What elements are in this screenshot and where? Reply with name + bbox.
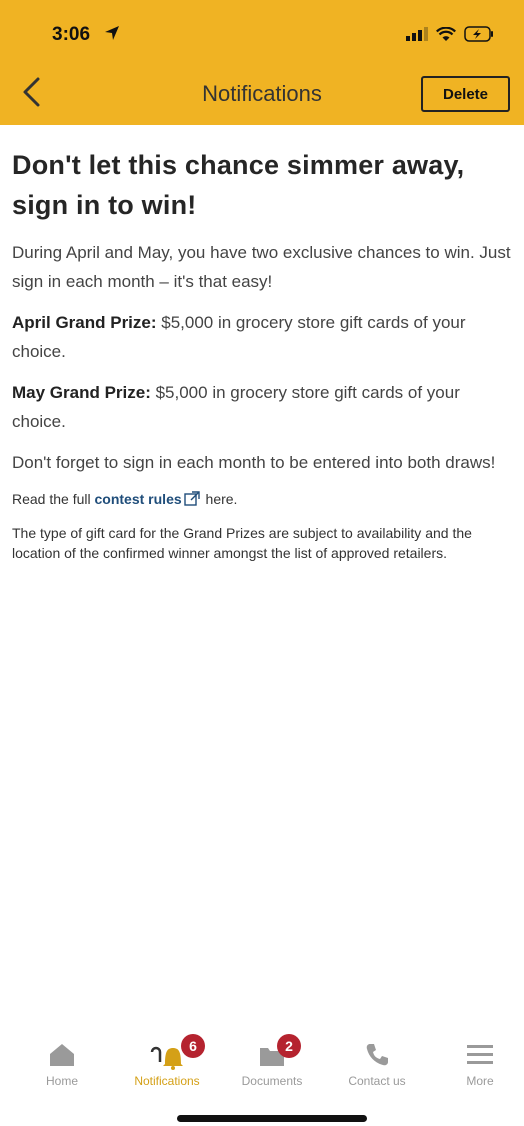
folder-icon xyxy=(222,1038,322,1070)
rules-prefix: Read the full xyxy=(12,491,95,507)
external-link-icon[interactable] xyxy=(183,491,200,511)
tab-more[interactable]: More xyxy=(430,1030,524,1095)
may-prize-label: May Grand Prize: xyxy=(12,383,151,402)
tab-home[interactable]: Home xyxy=(12,1030,112,1095)
status-time: 3:06 xyxy=(52,24,91,45)
notifications-badge: 6 xyxy=(181,1034,205,1058)
home-icon xyxy=(12,1038,112,1070)
april-prize-label: April Grand Prize: xyxy=(12,313,157,332)
notification-title: Don't let this chance simmer away, sign … xyxy=(12,150,465,220)
status-icons xyxy=(406,26,494,47)
signal-icon xyxy=(406,27,428,46)
may-prize: May Grand Prize: $5,000 in grocery store… xyxy=(12,378,517,436)
april-prize: April Grand Prize: $5,000 in grocery sto… xyxy=(12,308,517,366)
header-bar: 3:06 Notifications Delete xyxy=(0,0,524,125)
intro-text: During April and May, you have two exclu… xyxy=(12,243,511,291)
tab-bar: Home 6 Notifications 2 Documents Contact… xyxy=(0,1030,524,1100)
tab-documents[interactable]: 2 Documents xyxy=(222,1030,322,1095)
disclaimer-text: The type of gift card for the Grand Priz… xyxy=(12,525,472,561)
tab-contact-us[interactable]: Contact us xyxy=(327,1030,427,1095)
tab-label: Notifications xyxy=(134,1074,200,1088)
battery-icon xyxy=(464,26,494,47)
tab-label: Documents xyxy=(241,1074,303,1088)
status-bar: 3:06 xyxy=(0,0,524,60)
documents-badge: 2 xyxy=(277,1034,301,1058)
wifi-icon xyxy=(436,26,456,47)
delete-button[interactable]: Delete xyxy=(421,76,510,112)
phone-icon xyxy=(327,1038,427,1070)
location-arrow-icon xyxy=(104,25,120,46)
tab-label: Home xyxy=(45,1074,78,1088)
navigation-bar: Notifications Delete xyxy=(0,60,524,125)
reminder-text: Don't forget to sign in each month to be… xyxy=(12,453,496,472)
contest-rules-line: Read the full contest rules here. xyxy=(12,489,517,511)
home-indicator[interactable] xyxy=(177,1115,367,1122)
rules-suffix: here. xyxy=(201,491,238,507)
notification-content: Don't let this chance simmer away, sign … xyxy=(12,145,517,563)
menu-icon xyxy=(430,1038,524,1070)
contest-rules-link[interactable]: contest rules xyxy=(95,491,182,507)
tab-notifications[interactable]: 6 Notifications xyxy=(117,1030,217,1095)
tab-label: More xyxy=(466,1074,494,1088)
tab-label: Contact us xyxy=(348,1074,406,1088)
